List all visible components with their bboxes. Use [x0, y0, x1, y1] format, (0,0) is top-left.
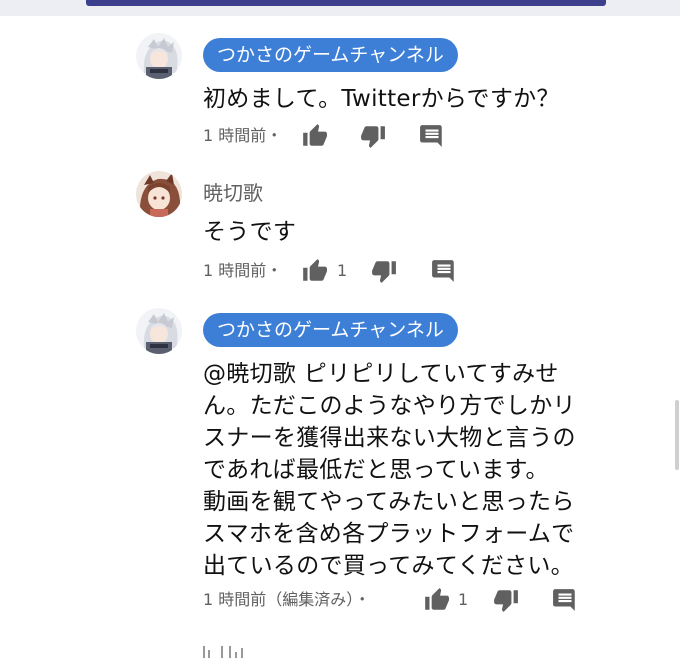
comment-actions: 1 時間前・ 1 [203, 256, 473, 286]
scrollbar[interactable] [675, 400, 679, 470]
comment-text-line: スナーを獲得出来ない大物と言うの [203, 425, 576, 451]
timestamp: 1 時間前・ [203, 126, 283, 145]
author-badge[interactable]: つかさのゲームチャンネル [203, 313, 458, 347]
comment-text: そうです [203, 219, 297, 245]
comment-actions: 1 時間前（編集済み）・ 1 [203, 585, 593, 615]
comment-actions: 1 時間前・ [203, 121, 463, 151]
thumb-up-icon[interactable] [301, 123, 327, 149]
next-comment-fragment [203, 646, 243, 658]
reply-icon[interactable] [552, 587, 578, 613]
comment-text-line: スマホを含め各プラットフォームで [203, 521, 575, 547]
avatar-silver-hair[interactable] [136, 308, 182, 354]
top-panel-bar [86, 0, 606, 6]
timestamp: 1 時間前・ [203, 261, 283, 280]
author-badge[interactable]: つかさのゲームチャンネル [203, 38, 458, 72]
reply-icon[interactable] [431, 258, 457, 284]
reply-icon[interactable] [419, 123, 445, 149]
timestamp: 1 時間前（編集済み）・ [203, 590, 371, 609]
thumb-down-icon[interactable] [493, 587, 519, 613]
comment-text-line: 動画を観てやってみたいと思ったら [203, 489, 575, 515]
like-count: 1 [337, 261, 348, 280]
thumb-up-icon[interactable] [423, 587, 449, 613]
comment-text-line: @暁切歌 ピリピリしていてすみせ [203, 361, 559, 387]
top-panel-edge [0, 0, 680, 16]
avatar-silver-hair[interactable] [136, 33, 182, 79]
comment-text-line: ん。ただこのようなやり方でしかリ [203, 393, 576, 419]
thumb-down-icon[interactable] [371, 258, 397, 284]
thumb-down-icon[interactable] [360, 123, 386, 149]
author-name[interactable]: 暁切歌 [203, 178, 263, 208]
like-count: 1 [458, 590, 469, 609]
comment-text-line: 出ているので買ってみてください。 [203, 553, 574, 579]
comment-text: @暁切歌 ピリピリしていてすみせ ん。ただこのようなやり方でしかリ スナーを獲得… [203, 358, 643, 582]
comment-text: 初めまして。Twitterからですか？ [203, 86, 560, 112]
avatar-brown-hair[interactable] [136, 171, 182, 217]
comment-text-line: であれば最低だと思っています。 [203, 457, 549, 483]
thumb-up-icon[interactable] [301, 258, 327, 284]
